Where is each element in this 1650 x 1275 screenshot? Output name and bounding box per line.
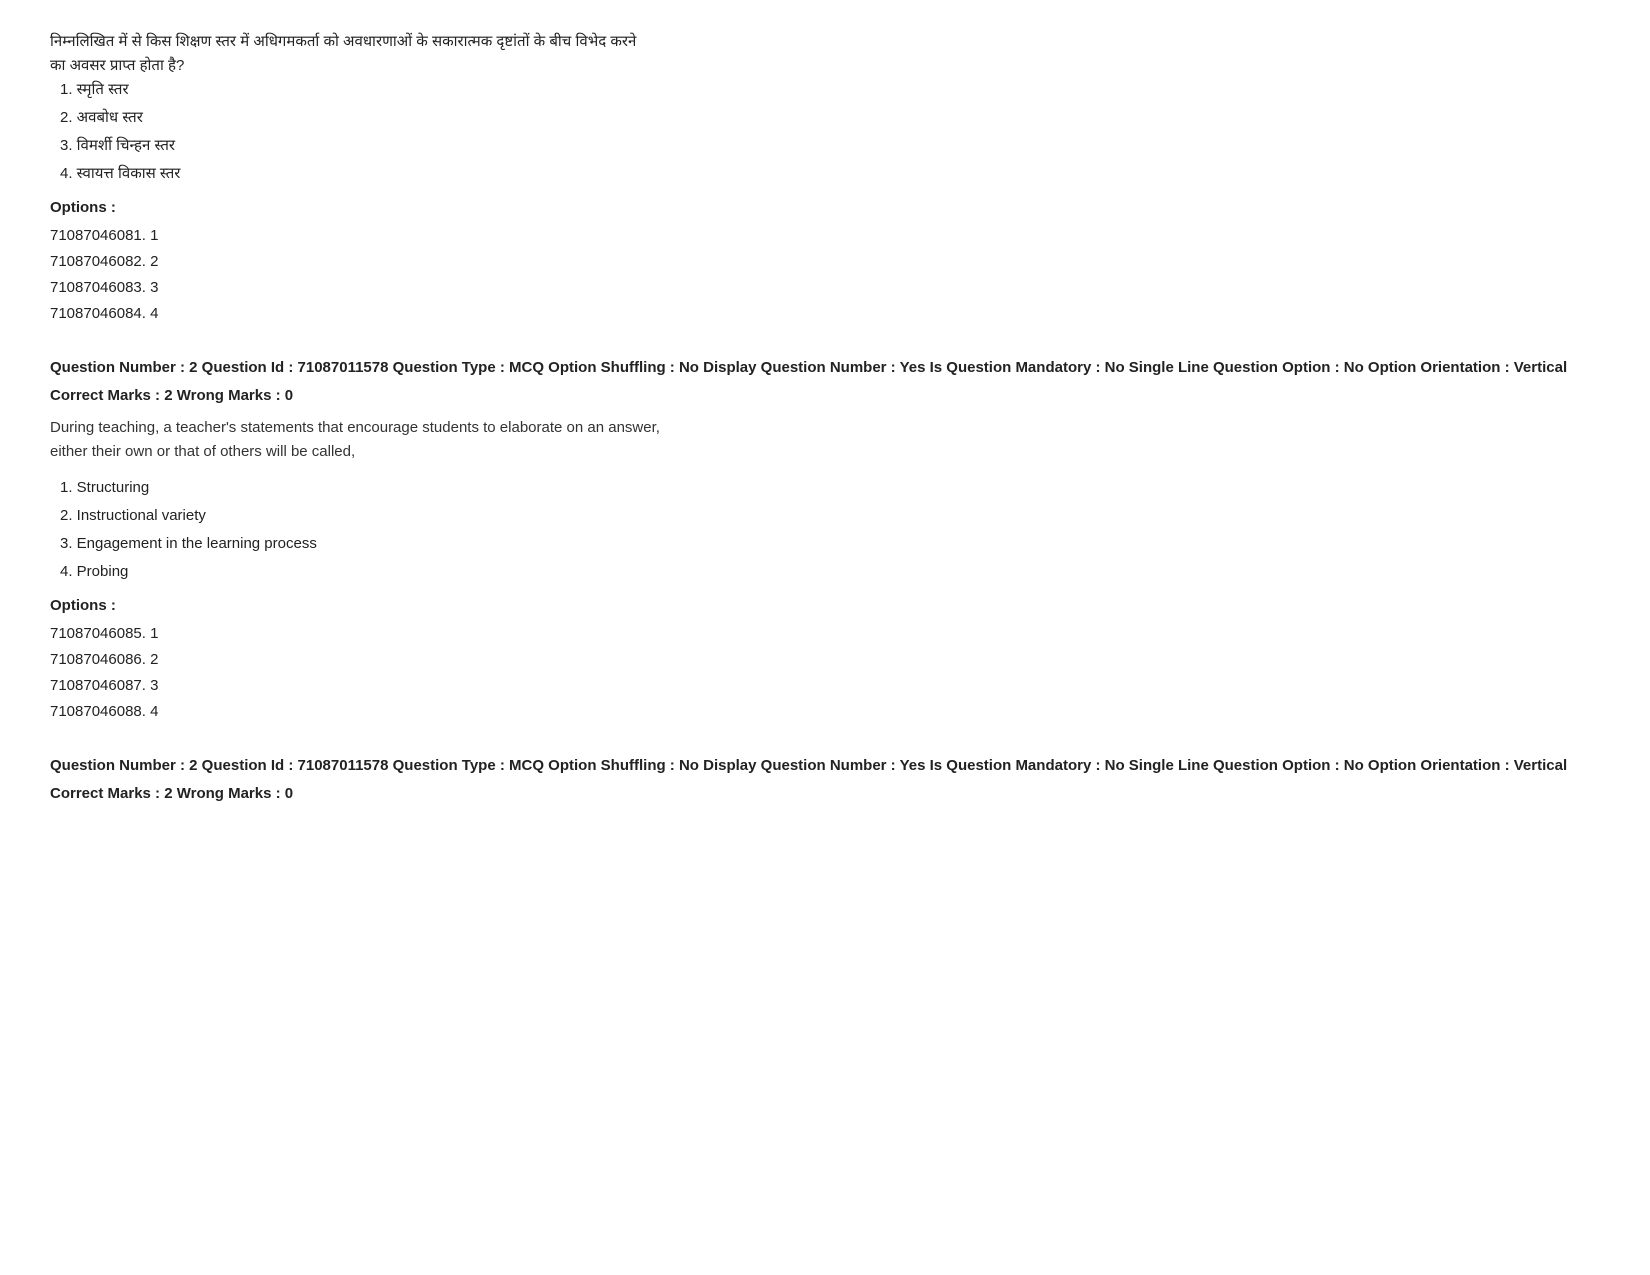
list-item: 71087046088. 4 — [50, 700, 1600, 724]
question2-choices: 1. Structuring 2. Instructional variety … — [50, 476, 1600, 584]
question2-answer-options: 71087046085. 1 71087046086. 2 7108704608… — [50, 622, 1600, 724]
list-item: 71087046082. 2 — [50, 250, 1600, 274]
question2-text: During teaching, a teacher's statements … — [50, 416, 1600, 464]
question1-block: निम्नलिखित में से किस शिक्षण स्तर में अध… — [50, 30, 1600, 326]
question2-text-line2: either their own or that of others will … — [50, 440, 1600, 464]
list-item: 2. Instructional variety — [60, 504, 1600, 528]
question3-block: Question Number : 2 Question Id : 710870… — [50, 754, 1600, 806]
list-item: 71087046081. 1 — [50, 224, 1600, 248]
list-item: 71087046087. 3 — [50, 674, 1600, 698]
question1-choices: 1. स्मृति स्तर 2. अवबोध स्तर 3. विमर्शी … — [50, 78, 1600, 186]
question1-options-label: Options : — [50, 196, 1600, 220]
list-item: 71087046083. 3 — [50, 276, 1600, 300]
list-item: 2. अवबोध स्तर — [60, 106, 1600, 130]
list-item: 4. स्वायत्त विकास स्तर — [60, 162, 1600, 186]
question2-meta: Question Number : 2 Question Id : 710870… — [50, 356, 1600, 380]
list-item: 1. स्मृति स्तर — [60, 78, 1600, 102]
question2-options-label: Options : — [50, 594, 1600, 618]
question1-text-line1: निम्नलिखित में से किस शिक्षण स्तर में अध… — [50, 30, 1600, 54]
question1-answer-options: 71087046081. 1 71087046082. 2 7108704608… — [50, 224, 1600, 326]
list-item: 71087046085. 1 — [50, 622, 1600, 646]
question2-text-line1: During teaching, a teacher's statements … — [50, 416, 1600, 440]
question1-text-line2: का अवसर प्राप्त होता है? — [50, 54, 1600, 78]
question3-meta: Question Number : 2 Question Id : 710870… — [50, 754, 1600, 778]
list-item: 4. Probing — [60, 560, 1600, 584]
list-item: 3. विमर्शी चिन्हन स्तर — [60, 134, 1600, 158]
list-item: 71087046084. 4 — [50, 302, 1600, 326]
list-item: 1. Structuring — [60, 476, 1600, 500]
question2-marks: Correct Marks : 2 Wrong Marks : 0 — [50, 384, 1600, 408]
list-item: 3. Engagement in the learning process — [60, 532, 1600, 556]
question2-block: Question Number : 2 Question Id : 710870… — [50, 356, 1600, 724]
question3-marks: Correct Marks : 2 Wrong Marks : 0 — [50, 782, 1600, 806]
list-item: 71087046086. 2 — [50, 648, 1600, 672]
